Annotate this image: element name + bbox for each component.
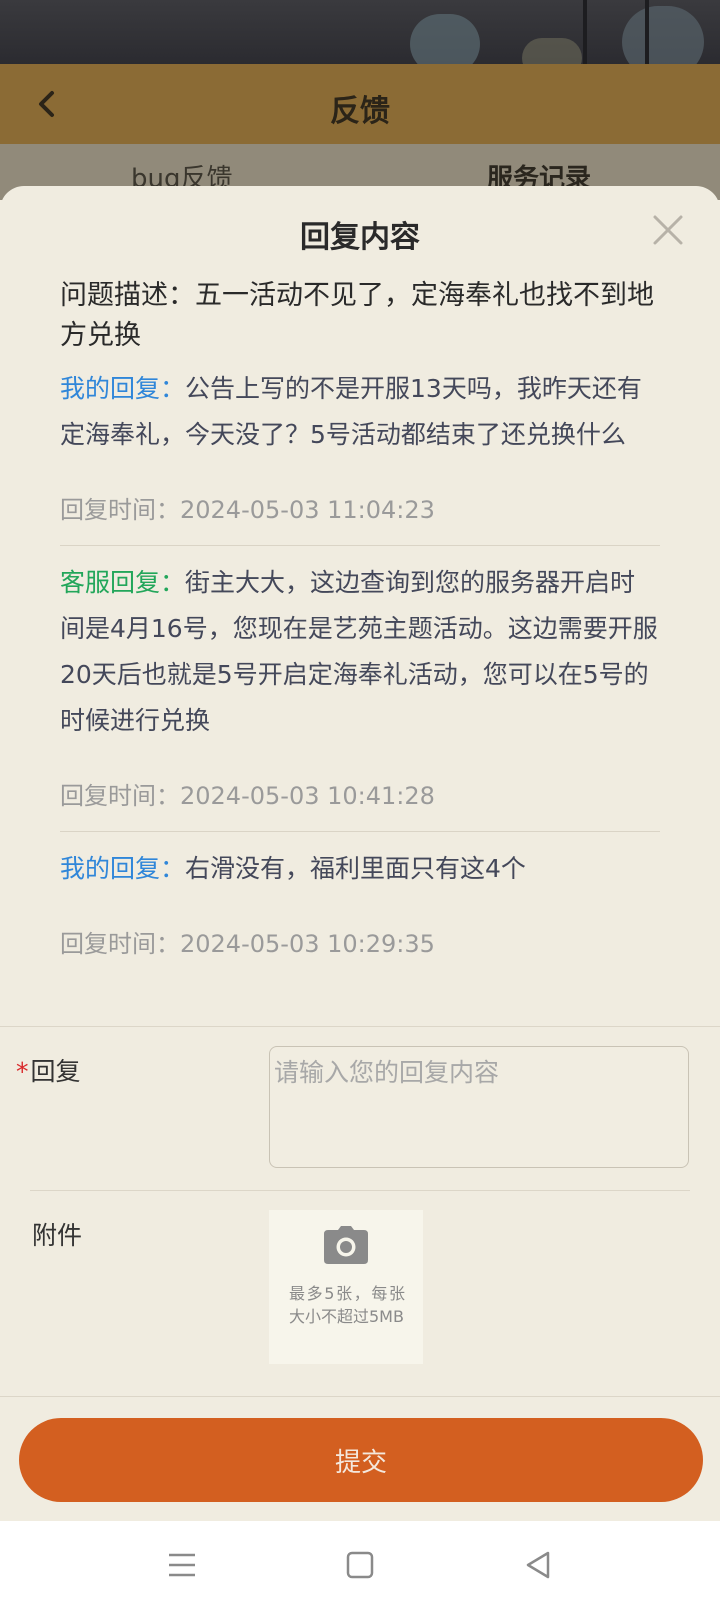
reply-item: 我的回复：右滑没有，福利里面只有这4个 回复时间：2024-05-03 10:2… (60, 831, 660, 977)
reply-label: 客服回复： (60, 568, 186, 597)
game-decoration (583, 0, 587, 64)
game-background (0, 0, 720, 78)
reply-item: 我的回复：公告上写的不是开服13天吗，我昨天还有定海奉礼，今天没了？5号活动都结… (60, 366, 660, 543)
submit-button[interactable]: 提交 (19, 1418, 703, 1502)
divider (0, 1396, 720, 1397)
reply-input-box (269, 1046, 689, 1168)
reply-field-label: *回复 (16, 1052, 81, 1088)
reply-time-value: 2024-05-03 10:29:35 (180, 930, 435, 958)
attachment-label: 附件 (32, 1221, 83, 1250)
game-decoration (645, 0, 649, 64)
required-mark: * (16, 1057, 29, 1086)
image-upload-button[interactable]: 最多5张，每张大小不超过5MB (269, 1210, 423, 1364)
divider (30, 1190, 690, 1191)
problem-description: 问题描述：五一活动不见了，定海奉礼也找不到地方兑换 (60, 280, 654, 351)
divider (0, 1026, 720, 1027)
reply-time: 回复时间：2024-05-03 11:04:23 (60, 490, 660, 525)
page-title: 反馈 (330, 94, 390, 129)
reply-input[interactable] (270, 1047, 688, 1167)
modal-title: 回复内容 (300, 220, 420, 255)
system-nav-bar (0, 1521, 720, 1610)
close-icon (653, 215, 683, 245)
reply-body: 我的回复：公告上写的不是开服13天吗，我昨天还有定海奉礼，今天没了？5号活动都结… (60, 366, 660, 458)
close-button[interactable] (650, 212, 686, 248)
back-triangle-icon[interactable] (520, 1547, 556, 1583)
reply-time: 回复时间：2024-05-03 10:41:28 (60, 776, 660, 811)
reply-label: 我的回复： (60, 374, 186, 403)
reply-body: 我的回复：右滑没有，福利里面只有这4个 (60, 832, 660, 892)
reply-time-label: 回复时间： (60, 930, 180, 958)
upload-hint: 最多5张，每张大小不超过5MB (289, 1284, 405, 1326)
reply-label-text: 回复 (30, 1057, 81, 1086)
reply-time-label: 回复时间： (60, 782, 180, 810)
reply-label: 我的回复： (60, 854, 186, 883)
reply-item: 客服回复：街主大大，这边查询到您的服务器开启时间是4月16号，您现在是艺苑主题活… (60, 545, 660, 829)
home-square-icon[interactable] (342, 1547, 378, 1583)
camera-icon (324, 1226, 368, 1264)
reply-text: 右滑没有，福利里面只有这4个 (185, 854, 526, 883)
reply-time: 回复时间：2024-05-03 10:29:35 (60, 924, 660, 959)
reply-body: 客服回复：街主大大，这边查询到您的服务器开启时间是4月16号，您现在是艺苑主题活… (60, 546, 660, 744)
menu-icon[interactable] (164, 1547, 200, 1583)
reply-time-label: 回复时间： (60, 496, 180, 524)
reply-time-value: 2024-05-03 11:04:23 (180, 496, 435, 524)
reply-time-value: 2024-05-03 10:41:28 (180, 782, 435, 810)
page-header: 反馈 (0, 64, 720, 144)
